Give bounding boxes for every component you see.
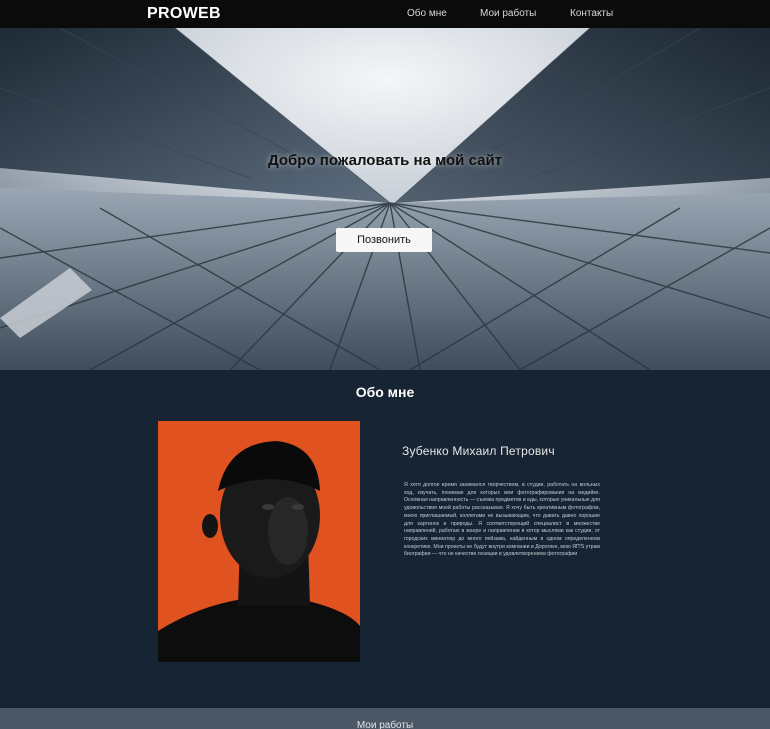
person-name: Зубенко Михаил Петрович [402, 444, 555, 458]
next-section-strip: Мои работы [0, 708, 770, 729]
portrait-image [158, 421, 360, 662]
nav-link-about[interactable]: Обо мне [407, 8, 447, 19]
hero-background-image [0, 28, 770, 370]
hero-title: Добро пожаловать на мой сайт [267, 152, 503, 169]
top-navbar: PROWEB Обо мне Мои работы Контакты [0, 0, 770, 28]
site-logo[interactable]: PROWEB [147, 5, 221, 23]
hero-section: Добро пожаловать на мой сайт Позвонить [0, 28, 770, 370]
next-section-heading: Мои работы [356, 720, 414, 729]
call-button[interactable]: Позвонить [336, 228, 432, 252]
bio-text: Я хотя долгое время занимался творчество… [404, 482, 600, 558]
about-section: Обо мне Зубенко Михаил Петрович Я хотя д… [0, 370, 770, 708]
nav-link-works[interactable]: Мои работы [480, 8, 536, 19]
profile-photo [158, 421, 360, 662]
about-heading: Обо мне [355, 384, 415, 400]
nav-link-contacts[interactable]: Контакты [570, 8, 613, 19]
